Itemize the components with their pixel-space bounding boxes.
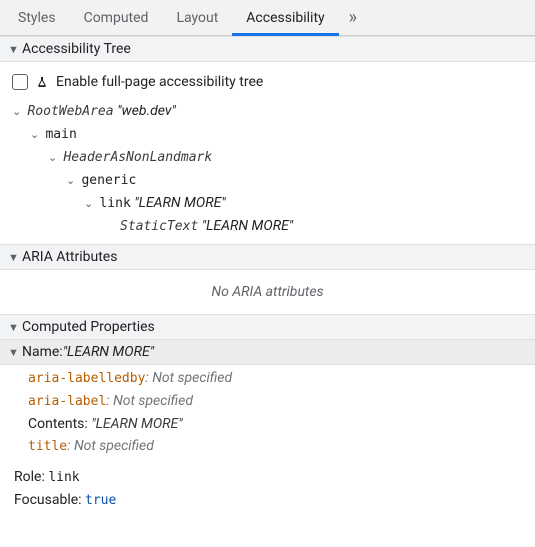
tree-node-statictext[interactable]: StaticText "LEARN MORE" bbox=[12, 215, 527, 238]
computed-name-row[interactable]: ▼ Name: "LEARN MORE" bbox=[0, 340, 535, 365]
role-label: Role: bbox=[14, 469, 48, 485]
source-key: aria-label bbox=[28, 394, 106, 409]
tree-name: "web.dev" bbox=[117, 103, 176, 119]
source-aria-labelledby: aria-labelledby: Not specified bbox=[28, 367, 527, 390]
tree-role: RootWebArea bbox=[27, 104, 113, 119]
role-value: link bbox=[48, 470, 79, 485]
tab-styles[interactable]: Styles bbox=[4, 0, 70, 36]
tabs-overflow-button[interactable]: » bbox=[339, 7, 365, 28]
tree-name: "LEARN MORE" bbox=[134, 195, 225, 211]
section-header-computed[interactable]: ▼ Computed Properties bbox=[0, 314, 535, 340]
source-value: Not specified bbox=[113, 393, 193, 409]
focusable-value: true bbox=[85, 493, 116, 508]
enable-fullpage-label: Enable full-page accessibility tree bbox=[56, 74, 263, 90]
disclosure-triangle-icon: ▼ bbox=[8, 321, 18, 334]
computed-body: ▼ Name: "LEARN MORE" aria-labelledby: No… bbox=[0, 340, 535, 520]
accessibility-tree-body: Enable full-page accessibility tree ⌄ Ro… bbox=[0, 62, 535, 244]
source-key: aria-labelledby bbox=[28, 371, 145, 386]
enable-fullpage-checkbox[interactable] bbox=[12, 74, 28, 90]
enable-fullpage-row[interactable]: Enable full-page accessibility tree bbox=[8, 68, 527, 100]
no-aria-label: No ARIA attributes bbox=[0, 270, 535, 314]
source-aria-label: aria-label: Not specified bbox=[28, 390, 527, 413]
section-title: Accessibility Tree bbox=[22, 41, 131, 57]
computed-role-focus: Role: link Focusable: true bbox=[0, 466, 535, 520]
tree-role: main bbox=[45, 127, 76, 142]
tree-role: link bbox=[99, 196, 130, 211]
tree-node-generic[interactable]: ⌄ generic bbox=[12, 169, 527, 192]
caret-icon: ⌄ bbox=[30, 124, 42, 146]
tree-role: generic bbox=[81, 173, 136, 188]
tree-node-rootwebarea[interactable]: ⌄ RootWebArea "web.dev" bbox=[12, 100, 527, 123]
source-value: Not specified bbox=[74, 438, 154, 454]
computed-name-label: Name: bbox=[22, 344, 63, 360]
section-title: ARIA Attributes bbox=[22, 249, 117, 265]
caret-icon: ⌄ bbox=[84, 193, 96, 215]
disclosure-triangle-icon: ▼ bbox=[8, 43, 18, 56]
section-title: Computed Properties bbox=[22, 319, 155, 335]
computed-name-value: "LEARN MORE" bbox=[63, 344, 154, 360]
tab-layout[interactable]: Layout bbox=[162, 0, 232, 36]
source-title: title: Not specified bbox=[28, 435, 527, 458]
disclosure-triangle-icon: ▼ bbox=[8, 346, 18, 359]
devtools-tabs: Styles Computed Layout Accessibility » bbox=[0, 0, 535, 36]
section-header-aria[interactable]: ▼ ARIA Attributes bbox=[0, 244, 535, 270]
computed-name-sources: aria-labelledby: Not specified aria-labe… bbox=[0, 365, 535, 466]
source-value: Not specified bbox=[152, 370, 232, 386]
focusable-label: Focusable: bbox=[14, 492, 85, 508]
source-key: Contents bbox=[28, 416, 84, 432]
section-header-tree[interactable]: ▼ Accessibility Tree bbox=[0, 36, 535, 62]
tree-role: StaticText bbox=[120, 219, 198, 234]
computed-focusable-row: Focusable: true bbox=[14, 489, 527, 512]
tab-computed[interactable]: Computed bbox=[70, 0, 163, 36]
tab-accessibility[interactable]: Accessibility bbox=[232, 0, 338, 36]
caret-icon: ⌄ bbox=[48, 147, 60, 169]
tree-node-main[interactable]: ⌄ main bbox=[12, 123, 527, 146]
experiment-flask-icon bbox=[36, 76, 48, 88]
source-contents: Contents: "LEARN MORE" bbox=[28, 413, 527, 435]
tree-name: "LEARN MORE" bbox=[202, 218, 293, 234]
disclosure-triangle-icon: ▼ bbox=[8, 251, 18, 264]
source-value: "LEARN MORE" bbox=[91, 416, 182, 432]
tree-role: HeaderAsNonLandmark bbox=[63, 150, 212, 165]
tree-node-link[interactable]: ⌄ link "LEARN MORE" bbox=[12, 192, 527, 215]
source-key: title bbox=[28, 439, 67, 454]
computed-role-row: Role: link bbox=[14, 466, 527, 489]
caret-icon: ⌄ bbox=[66, 170, 78, 192]
ax-tree: ⌄ RootWebArea "web.dev" ⌄ main ⌄ HeaderA… bbox=[8, 100, 527, 238]
tree-node-header[interactable]: ⌄ HeaderAsNonLandmark bbox=[12, 146, 527, 169]
caret-icon: ⌄ bbox=[12, 101, 24, 123]
